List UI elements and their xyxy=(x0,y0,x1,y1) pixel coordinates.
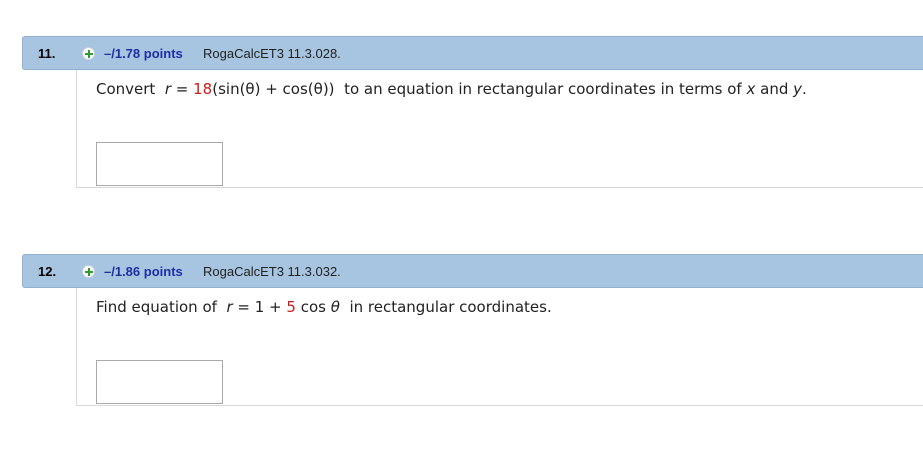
question-body: Convert r = 18(sin(θ) + cos(θ)) to an eq… xyxy=(76,70,923,188)
question-number: 11. xyxy=(38,46,56,61)
prompt-text: and xyxy=(755,80,794,98)
expression: cos xyxy=(295,298,331,316)
prompt-text: . xyxy=(802,80,807,98)
answer-input[interactable] xyxy=(96,142,223,186)
equals-sign: = xyxy=(171,80,194,98)
prompt-text: Find equation of xyxy=(96,298,217,316)
question-points: –/1.78 points xyxy=(104,46,183,61)
prompt-text: Convert xyxy=(96,80,156,98)
question-header: 12. –/1.86 points RogaCalcET3 11.3.032. xyxy=(22,254,923,288)
question-number: 12. xyxy=(38,264,57,279)
question-header: 11. –/1.78 points RogaCalcET3 11.3.028. xyxy=(22,36,923,70)
variable-y: y xyxy=(793,80,803,98)
question-source: RogaCalcET3 11.3.028. xyxy=(203,46,341,61)
equals-expression: = 1 + xyxy=(232,298,287,316)
question-points: –/1.86 points xyxy=(104,264,183,279)
expression: (sin(θ) + cos(θ)) xyxy=(212,80,335,98)
question-body: Find equation of r = 1 + 5 cos θ in rect… xyxy=(76,288,923,406)
prompt-text: to an equation in rectangular coordinate… xyxy=(339,80,747,98)
question-prompt: Convert r = 18(sin(θ) + cos(θ)) to an eq… xyxy=(96,80,807,98)
expand-plus-icon[interactable] xyxy=(82,47,95,60)
question-source: RogaCalcET3 11.3.032. xyxy=(203,264,341,279)
coefficient: 18 xyxy=(193,80,213,98)
variable-theta: θ xyxy=(330,298,340,316)
coefficient: 5 xyxy=(286,298,296,316)
expand-plus-icon[interactable] xyxy=(82,265,95,278)
answer-input[interactable] xyxy=(96,360,223,404)
question-prompt: Find equation of r = 1 + 5 cos θ in rect… xyxy=(96,298,552,316)
prompt-text: in rectangular coordinates. xyxy=(344,298,552,316)
